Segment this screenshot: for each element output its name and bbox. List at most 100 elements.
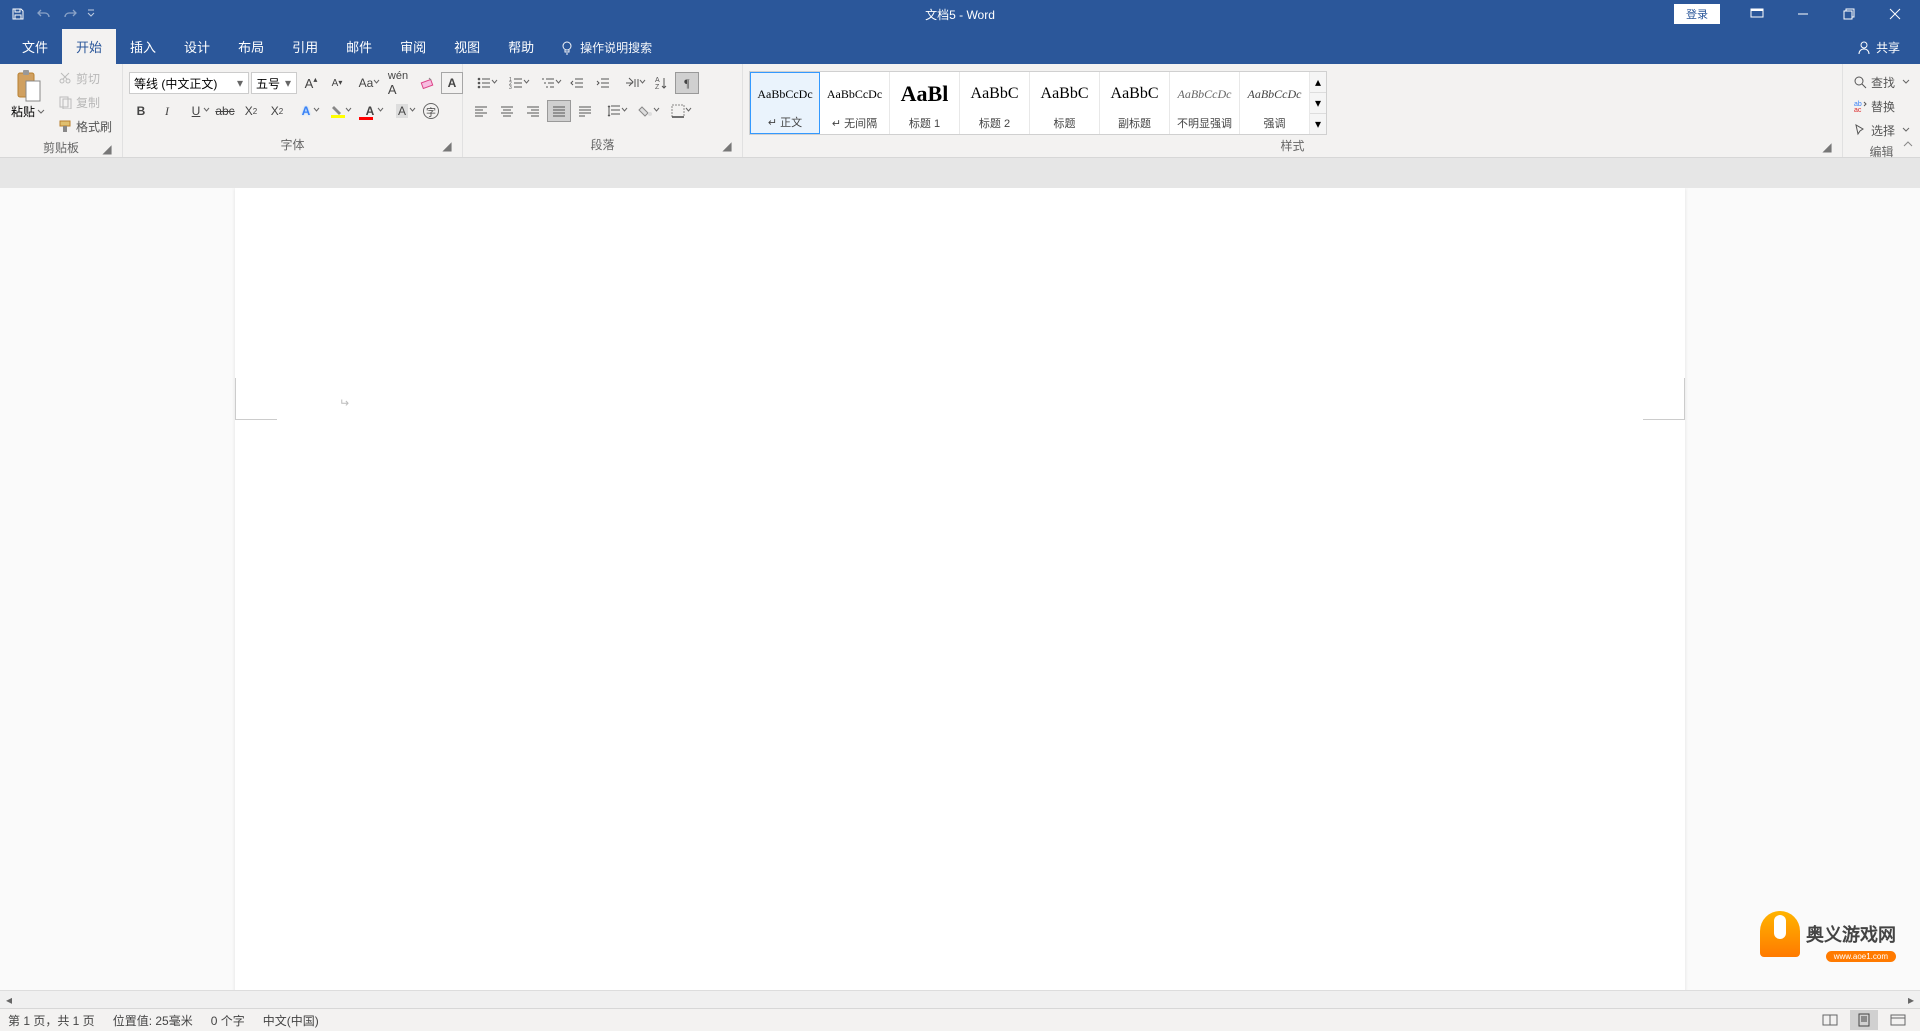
window-minimize-button[interactable] <box>1780 0 1826 28</box>
tab-help[interactable]: 帮助 <box>494 29 548 64</box>
increase-indent-button[interactable] <box>591 72 615 94</box>
style-item-2[interactable]: AaBl标题 1 <box>890 72 960 134</box>
style-item-5[interactable]: AaBbC副标题 <box>1100 72 1170 134</box>
paint-bucket-icon <box>638 104 654 118</box>
paste-button[interactable]: 粘贴 <box>6 67 50 122</box>
tell-me-search[interactable]: 操作说明搜索 <box>548 31 664 64</box>
show-hide-marks-button[interactable]: ¶ <box>675 72 699 94</box>
view-web-layout-button[interactable] <box>1884 1010 1912 1030</box>
style-item-6[interactable]: AaBbCcDc不明显强调 <box>1170 72 1240 134</box>
align-distribute-button[interactable] <box>573 100 597 122</box>
qat-redo-button[interactable] <box>58 2 82 26</box>
enclose-char-button[interactable]: 字 <box>419 100 443 122</box>
ruler-gap <box>0 158 1920 188</box>
strikethrough-button[interactable]: abc <box>213 100 237 122</box>
decrease-indent-button[interactable] <box>565 72 589 94</box>
tab-review[interactable]: 审阅 <box>386 29 440 64</box>
tab-view[interactable]: 视图 <box>440 29 494 64</box>
align-justify-button[interactable] <box>547 100 571 122</box>
scroll-right-arrow[interactable]: ▸ <box>1902 991 1920 1009</box>
login-button[interactable]: 登录 <box>1674 4 1720 24</box>
status-page[interactable]: 第 1 页，共 1 页 <box>8 1012 95 1029</box>
gallery-scroll-up[interactable]: ▴ <box>1310 72 1326 93</box>
grow-font-button[interactable]: A▴ <box>299 72 323 94</box>
qat-customize-dropdown[interactable] <box>84 2 98 26</box>
change-case-button[interactable]: Aa <box>351 72 381 94</box>
tab-design[interactable]: 设计 <box>170 29 224 64</box>
style-name-label: 标题 <box>1054 114 1076 132</box>
styles-gallery[interactable]: AaBbCcDc↵ 正文AaBbCcDc↵ 无间隔AaBl标题 1AaBbC标题… <box>749 71 1327 135</box>
document-scroll-area[interactable]: ↵ Baiȡ 经验 jingyan.baidu.com 奥义游戏网 www.ao… <box>0 188 1920 990</box>
svg-text:A: A <box>655 77 660 84</box>
ribbon-display-options-button[interactable] <box>1734 0 1780 28</box>
style-preview: AaBbCcDc <box>1248 74 1302 114</box>
shrink-font-button[interactable]: A▾ <box>325 72 349 94</box>
font-size-combo[interactable]: 五号▾ <box>251 72 297 94</box>
horizontal-scrollbar[interactable]: ◂ ▸ <box>0 990 1920 1008</box>
char-shading-button[interactable]: A <box>387 100 417 122</box>
replace-button[interactable]: abac替换 <box>1849 95 1899 117</box>
asian-layout-button[interactable] <box>617 72 647 94</box>
align-center-button[interactable] <box>495 100 519 122</box>
underline-button[interactable]: U <box>181 100 211 122</box>
borders-button[interactable] <box>663 100 693 122</box>
tab-references[interactable]: 引用 <box>278 29 332 64</box>
font-dialog-launcher[interactable]: ◢ <box>440 139 454 153</box>
sort-button[interactable]: AZ <box>649 72 673 94</box>
window-close-button[interactable] <box>1872 0 1918 28</box>
document-page[interactable]: ↵ Baiȡ 经验 jingyan.baidu.com <box>235 188 1685 990</box>
style-item-1[interactable]: AaBbCcDc↵ 无间隔 <box>820 72 890 134</box>
gallery-expand[interactable]: ▾ <box>1310 114 1326 134</box>
tab-mailings[interactable]: 邮件 <box>332 29 386 64</box>
tab-layout[interactable]: 布局 <box>224 29 278 64</box>
font-name-combo[interactable]: 等线 (中文正文)▾ <box>129 72 249 94</box>
numbering-icon: 123 <box>509 77 523 89</box>
style-item-4[interactable]: AaBbC标题 <box>1030 72 1100 134</box>
numbering-button[interactable]: 123 <box>501 72 531 94</box>
char-border-button[interactable]: A <box>441 72 463 94</box>
share-button[interactable]: 共享 <box>1845 35 1912 60</box>
font-size-value: 五号 <box>256 77 280 91</box>
align-left-button[interactable] <box>469 100 493 122</box>
style-item-3[interactable]: AaBbC标题 2 <box>960 72 1030 134</box>
gallery-scroll-down[interactable]: ▾ <box>1310 93 1326 114</box>
italic-button[interactable]: I <box>155 100 179 122</box>
subscript-button[interactable]: X2 <box>239 100 263 122</box>
view-read-mode-button[interactable] <box>1816 1010 1844 1030</box>
shading-button[interactable] <box>631 100 661 122</box>
status-position[interactable]: 位置值: 25毫米 <box>113 1012 193 1029</box>
paragraph-dialog-launcher[interactable]: ◢ <box>720 139 734 153</box>
superscript-button[interactable]: X2 <box>265 100 289 122</box>
view-print-layout-button[interactable] <box>1850 1010 1878 1030</box>
clear-formatting-button[interactable] <box>415 72 439 94</box>
phonetic-guide-button[interactable]: wénA <box>383 72 413 94</box>
text-effects-button[interactable]: A <box>291 100 321 122</box>
line-spacing-button[interactable] <box>599 100 629 122</box>
scroll-left-arrow[interactable]: ◂ <box>0 991 18 1009</box>
status-word-count[interactable]: 0 个字 <box>211 1012 245 1029</box>
styles-dialog-launcher[interactable]: ◢ <box>1820 140 1834 154</box>
collapse-ribbon-button[interactable] <box>1902 139 1914 153</box>
qat-undo-button[interactable] <box>32 2 56 26</box>
style-item-7[interactable]: AaBbCcDc强调 <box>1240 72 1310 134</box>
tab-file[interactable]: 文件 <box>8 29 62 64</box>
styles-gallery-scroller[interactable]: ▴▾▾ <box>1310 72 1326 134</box>
multilevel-list-button[interactable] <box>533 72 563 94</box>
style-item-0[interactable]: AaBbCcDc↵ 正文 <box>750 72 820 134</box>
clipboard-dialog-launcher[interactable]: ◢ <box>100 142 114 156</box>
status-language[interactable]: 中文(中国) <box>263 1012 319 1029</box>
bullets-button[interactable] <box>469 72 499 94</box>
find-button[interactable]: 查找 <box>1849 71 1914 93</box>
tab-home[interactable]: 开始 <box>62 29 116 64</box>
window-restore-button[interactable] <box>1826 0 1872 28</box>
format-painter-button[interactable]: 格式刷 <box>54 115 116 137</box>
align-right-button[interactable] <box>521 100 545 122</box>
qat-save-button[interactable] <box>6 2 30 26</box>
highlight-color-button[interactable] <box>323 100 353 122</box>
select-button[interactable]: 选择 <box>1849 119 1914 141</box>
scroll-track[interactable] <box>18 991 1902 1009</box>
tab-insert[interactable]: 插入 <box>116 29 170 64</box>
bold-button[interactable]: B <box>129 100 153 122</box>
font-color-button[interactable]: A <box>355 100 385 122</box>
style-preview: AaBbCcDc <box>757 75 812 113</box>
